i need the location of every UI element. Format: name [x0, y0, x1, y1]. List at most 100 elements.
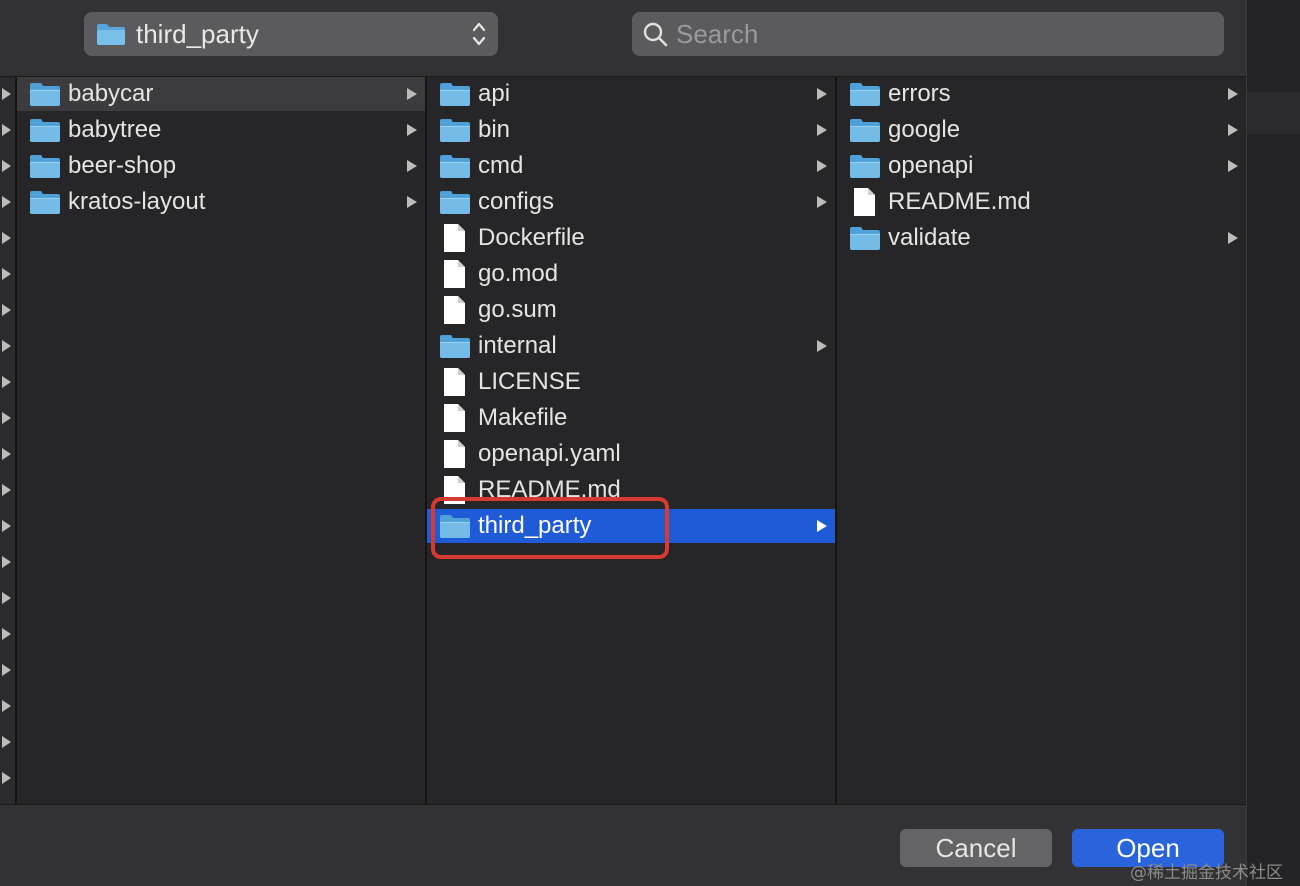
- chevron-right-icon: [2, 232, 11, 244]
- chevron-right-icon: [2, 628, 11, 640]
- list-item[interactable]: beer-shop: [17, 149, 425, 183]
- location-popup[interactable]: third_party: [84, 12, 498, 56]
- folder-icon: [97, 24, 125, 45]
- list-item-label: google: [888, 116, 961, 143]
- folder-icon: [30, 155, 60, 178]
- folder-icon: [850, 155, 880, 178]
- list-item-label: kratos-layout: [68, 188, 206, 215]
- list-item[interactable]: google: [837, 113, 1246, 147]
- background-window: [1246, 0, 1300, 886]
- list-item-label: errors: [888, 80, 951, 107]
- list-item-label: Makefile: [478, 404, 568, 431]
- folder-icon: [30, 191, 60, 214]
- chevron-right-icon: [817, 196, 827, 208]
- list-item-label: validate: [888, 224, 971, 251]
- folder-icon: [850, 119, 880, 142]
- updown-chevron-icon: [472, 22, 486, 46]
- list-item-label: go.sum: [478, 296, 557, 323]
- list-item[interactable]: openapi.yaml: [427, 437, 835, 471]
- list-item[interactable]: go.sum: [427, 293, 835, 327]
- chevron-right-icon: [817, 340, 827, 352]
- chevron-right-icon: [2, 160, 11, 172]
- list-item[interactable]: cmd: [427, 149, 835, 183]
- list-item[interactable]: api: [427, 77, 835, 111]
- list-item-label: openapi.yaml: [478, 440, 621, 467]
- list-item-label: LICENSE: [478, 368, 581, 395]
- folder-icon: [30, 119, 60, 142]
- folder-icon: [440, 119, 470, 142]
- list-item[interactable]: babytree: [17, 113, 425, 147]
- list-item-label: bin: [478, 116, 511, 143]
- dialog-footer: Cancel Open: [0, 804, 1246, 886]
- annotation-highlight-box: [431, 497, 669, 559]
- chevron-right-icon: [2, 736, 11, 748]
- chevron-right-icon: [407, 196, 417, 208]
- folder-icon: [30, 83, 60, 106]
- list-item[interactable]: internal: [427, 329, 835, 363]
- background-window-band: [1247, 92, 1300, 134]
- list-item[interactable]: go.mod: [427, 257, 835, 291]
- cancel-button[interactable]: Cancel: [900, 829, 1052, 867]
- file-icon: [444, 440, 465, 468]
- chevron-right-icon: [407, 88, 417, 100]
- chevron-right-icon: [2, 268, 11, 280]
- folder-icon: [440, 335, 470, 358]
- chevron-right-icon: [2, 484, 11, 496]
- chevron-right-icon: [2, 340, 11, 352]
- list-item-label: README.md: [888, 188, 1031, 215]
- list-item[interactable]: errors: [837, 77, 1246, 111]
- folder-icon: [440, 191, 470, 214]
- list-item-label: openapi: [888, 152, 974, 179]
- list-item-label: Dockerfile: [478, 224, 585, 251]
- watermark: @稀土掘金技术社区: [1130, 863, 1283, 883]
- chevron-right-icon: [2, 304, 11, 316]
- folder-icon: [850, 83, 880, 106]
- column-browser: babycar babytree beer-shop kratos-layout ap…: [0, 77, 1246, 804]
- chevron-right-icon: [2, 592, 11, 604]
- chevron-right-icon: [1228, 160, 1238, 172]
- chevron-right-icon: [2, 124, 11, 136]
- folder-icon: [440, 83, 470, 106]
- browser-column-3[interactable]: errors google openapi README.md validate: [837, 77, 1246, 804]
- list-item[interactable]: Dockerfile: [427, 221, 835, 255]
- browser-column-1[interactable]: babycar babytree beer-shop kratos-layout: [17, 77, 427, 804]
- chevron-right-icon: [2, 520, 11, 532]
- chevron-right-icon: [2, 196, 11, 208]
- browser-column-collapsed[interactable]: [0, 77, 17, 804]
- chevron-right-icon: [2, 556, 11, 568]
- folder-icon: [440, 155, 470, 178]
- chevron-right-icon: [1228, 88, 1238, 100]
- list-item-label: api: [478, 80, 511, 107]
- location-popup-label: third_party: [136, 18, 259, 49]
- list-item[interactable]: validate: [837, 221, 1246, 255]
- chevron-right-icon: [1228, 232, 1238, 244]
- list-item-label: babycar: [68, 80, 154, 107]
- list-item[interactable]: LICENSE: [427, 365, 835, 399]
- list-item[interactable]: kratos-layout: [17, 185, 425, 219]
- search-icon: [643, 22, 668, 47]
- chevron-right-icon: [2, 448, 11, 460]
- chevron-right-icon: [2, 772, 11, 784]
- chevron-right-icon: [1228, 124, 1238, 136]
- list-item[interactable]: babycar: [17, 77, 425, 111]
- file-icon: [444, 224, 465, 252]
- file-icon: [444, 368, 465, 396]
- file-icon: [444, 260, 465, 288]
- list-item[interactable]: bin: [427, 113, 835, 147]
- list-item-label: go.mod: [478, 260, 559, 287]
- list-item[interactable]: configs: [427, 185, 835, 219]
- list-item[interactable]: Makefile: [427, 401, 835, 435]
- file-icon: [854, 188, 875, 216]
- list-item[interactable]: openapi: [837, 149, 1246, 183]
- chevron-right-icon: [2, 700, 11, 712]
- list-item-label: beer-shop: [68, 152, 177, 179]
- list-item-label: internal: [478, 332, 557, 359]
- search-field[interactable]: [632, 12, 1224, 56]
- list-item[interactable]: README.md: [837, 185, 1246, 219]
- search-input[interactable]: [676, 18, 1196, 50]
- list-item-label: babytree: [68, 116, 162, 143]
- chevron-right-icon: [2, 412, 11, 424]
- chevron-right-icon: [817, 88, 827, 100]
- browser-column-2[interactable]: api bin cmd configs Dockerfile go.mod go.sum in…: [427, 77, 837, 804]
- chevron-right-icon: [817, 160, 827, 172]
